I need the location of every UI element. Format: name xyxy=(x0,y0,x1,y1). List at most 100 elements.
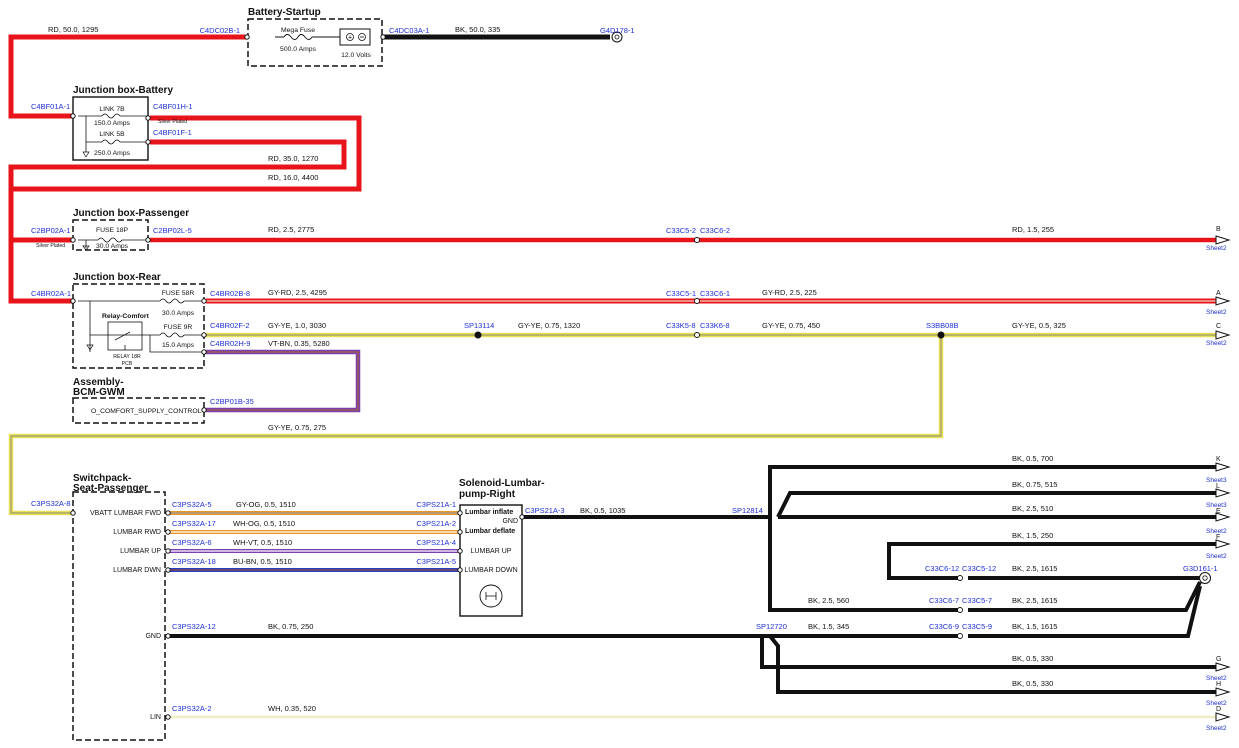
pin-c4br02f[interactable] xyxy=(201,332,207,338)
ref-c: C xyxy=(1216,323,1221,330)
label-g3d161: G3D161-1 xyxy=(1183,564,1218,573)
wire-label-bk-05-330a: BK, 0.5, 330 xyxy=(1012,654,1053,663)
pin-c4dc03a[interactable] xyxy=(380,34,386,40)
wire-label-gyye-450: GY-YE, 0.75, 450 xyxy=(762,321,820,330)
wire-label-gyye-275: GY-YE, 0.75, 275 xyxy=(268,423,326,432)
ref-g: G xyxy=(1216,656,1221,663)
label-c3ps32a-12: C3PS32A-12 xyxy=(172,622,216,631)
wire-label-bk-05-330b: BK, 0.5, 330 xyxy=(1012,679,1053,688)
arrow-l[interactable] xyxy=(1215,488,1231,498)
silver-plated-2: Silver Plated xyxy=(36,243,65,249)
pin-c3ps32a-8[interactable] xyxy=(70,510,76,516)
pin-c4bf01a[interactable] xyxy=(70,113,76,119)
pin-c4bf01h[interactable] xyxy=(145,115,151,121)
wire-label-bk-25-560: BK, 2.5, 560 xyxy=(808,596,849,605)
sol-pin-inflate: Lumbar inflate xyxy=(465,509,513,516)
pin-c4dc02b[interactable] xyxy=(244,34,250,40)
wire-label-bk-075-515: BK, 0.75, 515 xyxy=(1012,480,1057,489)
fuse9r-label: FUSE 9R xyxy=(164,324,193,331)
arrow-g[interactable] xyxy=(1215,662,1231,672)
ref-b: B xyxy=(1216,226,1221,233)
pin-c4br02h[interactable] xyxy=(201,349,207,355)
wire-label-gyog: GY-OG, 0.5, 1510 xyxy=(236,500,296,509)
battery-voltage: 12.0 Volts xyxy=(341,52,371,59)
pin-c3ps32a-12[interactable] xyxy=(165,633,171,639)
sol-pin-up: LUMBAR UP xyxy=(471,548,512,555)
fuse18p-rating: 30.0 Amps xyxy=(96,243,129,250)
title-battery-startup: Battery-Startup xyxy=(248,7,321,18)
label-c3ps21a-5: C3PS21A-5 xyxy=(416,557,456,566)
label-c3ps21a-4: C3PS21A-4 xyxy=(416,538,456,547)
splice-s3bb08b[interactable] xyxy=(937,331,945,339)
pin-c3ps32a-5[interactable] xyxy=(165,510,171,516)
relay-comfort-label: Relay-Comfort xyxy=(102,313,150,320)
arrow-k[interactable] xyxy=(1215,462,1231,472)
wire-label-gyrd-225: GY-RD, 2.5, 225 xyxy=(762,288,817,297)
pin-c3ps32a-6[interactable] xyxy=(165,548,171,554)
wire-label-rd-25-2775: RD, 2.5, 2775 xyxy=(268,225,314,234)
arrow-a[interactable] xyxy=(1215,296,1231,306)
ref-f: F xyxy=(1216,534,1220,541)
pin-c2bp02l[interactable] xyxy=(145,237,151,243)
wire-label-bk-25-510: BK, 2.5, 510 xyxy=(1012,504,1053,513)
title-bcm-2: BCM-GWM xyxy=(73,387,125,398)
ref-c-sheet[interactable]: Sheet2 xyxy=(1206,340,1227,347)
wire-rd-16-4400[interactable] xyxy=(8,139,347,304)
pin-c3ps21a-5[interactable] xyxy=(457,567,463,573)
wire-label-bk-50-335: BK, 50.0, 335 xyxy=(455,25,500,34)
pin-c3ps21a-3[interactable] xyxy=(519,514,525,520)
ground-g4d178-inner xyxy=(614,34,620,40)
arrow-b[interactable] xyxy=(1215,235,1231,245)
inline-c33c6-7[interactable] xyxy=(957,607,963,613)
arrow-h[interactable] xyxy=(1215,687,1231,697)
fuse18p-icon xyxy=(97,237,123,243)
mega-fuse-rating: 500.0 Amps xyxy=(280,46,316,53)
wire-bk-25-1615b[interactable] xyxy=(968,581,1202,612)
label-g4d178: G4D178-1 xyxy=(600,26,635,35)
wire-label-wh-035-520: WH, 0.35, 520 xyxy=(268,704,316,713)
pin-c3ps21a-2[interactable] xyxy=(457,529,463,535)
ref-d-sheet[interactable]: Sheet2 xyxy=(1206,725,1227,732)
inline-c33c5-1[interactable] xyxy=(694,298,700,304)
pin-c2bp01b[interactable] xyxy=(201,407,207,413)
pin-c2bp02a[interactable] xyxy=(70,237,76,243)
ref-f-sheet[interactable]: Sheet2 xyxy=(1206,553,1227,560)
label-c2bp01b: C2BP01B-35 xyxy=(210,397,254,406)
inline-c33c5-2[interactable] xyxy=(694,237,700,243)
pin-c4br02a[interactable] xyxy=(70,298,76,304)
sol-pin-down: LUMBAR DOWN xyxy=(464,567,517,574)
ref-b-sheet[interactable]: Sheet2 xyxy=(1206,245,1227,252)
pin-c4br02b[interactable] xyxy=(201,298,207,304)
label-c33c5-12: C33C5-12 xyxy=(962,564,996,573)
ref-a-sheet[interactable]: Sheet2 xyxy=(1206,309,1227,316)
arrow-c[interactable] xyxy=(1215,330,1231,340)
bcm-signal: O_COMFORT_SUPPLY_CONTROL xyxy=(91,408,202,415)
wire-bk-075-515[interactable] xyxy=(776,491,1222,518)
pin-c3ps32a-17[interactable] xyxy=(165,529,171,535)
pin-c3ps32a-18[interactable] xyxy=(165,567,171,573)
pin-c3ps21a-4[interactable] xyxy=(457,548,463,554)
pin-c3ps32a-2[interactable] xyxy=(165,714,171,720)
wiring-diagram: + Battery-Startup Junction box-Battery J… xyxy=(8,7,1231,741)
link7b-rating: 150.0 Amps xyxy=(94,120,130,127)
label-c33c5-7: C33C5-7 xyxy=(962,596,992,605)
inline-c33k5-8[interactable] xyxy=(694,332,700,338)
pin-c3ps21a-1[interactable] xyxy=(457,510,463,516)
inline-c33c6-12[interactable] xyxy=(957,575,963,581)
arrow-f[interactable] xyxy=(1215,539,1231,549)
pin-c4bf01f[interactable] xyxy=(145,139,151,145)
arrow-d[interactable] xyxy=(1215,712,1231,722)
title-jb-passenger: Junction box-Passenger xyxy=(73,208,189,219)
splice-sp13114[interactable] xyxy=(474,331,482,339)
ground-g3d161-inner xyxy=(1202,575,1208,581)
sol-pin-deflate: Lumbar deflate xyxy=(465,528,515,535)
ref-k: K xyxy=(1216,456,1221,463)
link7b-label: LINK 7B xyxy=(99,106,125,113)
inline-c33c6-9[interactable] xyxy=(957,633,963,639)
label-c33c5-2: C33C5-2 xyxy=(666,226,696,235)
wire-bk-05-330a[interactable] xyxy=(760,636,1222,669)
pin-lin: LIN xyxy=(150,714,161,721)
wire-label-rd-35-1270: RD, 35.0, 1270 xyxy=(268,154,318,163)
silver-plated-1: Silver Plated xyxy=(158,119,187,125)
wire-bk-05-330b[interactable] xyxy=(768,634,1222,694)
